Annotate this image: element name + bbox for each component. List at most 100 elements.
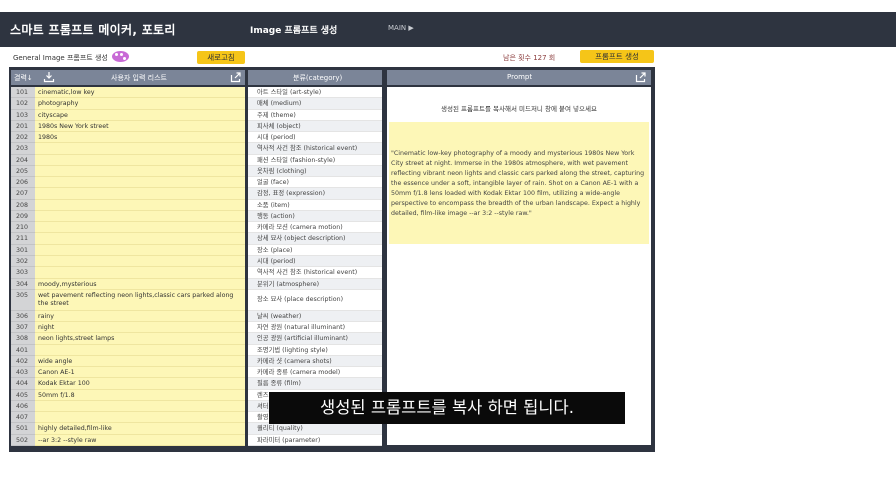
- row-number: 402: [11, 355, 35, 368]
- row-number: 103: [11, 109, 35, 121]
- input-cell[interactable]: rainy: [35, 310, 245, 323]
- input-cell[interactable]: [35, 344, 245, 356]
- category-cell: 패션 스타일 (fashion-style): [248, 154, 382, 166]
- input-cell[interactable]: neon lights,street lamps: [35, 333, 245, 345]
- input-row: 209: [11, 210, 245, 223]
- category-column-header: 분류(category): [293, 74, 343, 82]
- input-row: 307 night: [11, 322, 245, 334]
- input-cell[interactable]: [35, 267, 245, 279]
- row-number: 205: [11, 165, 35, 178]
- row-number: 202: [11, 132, 35, 144]
- input-cell[interactable]: [35, 222, 245, 234]
- input-row: 201 1980s New York street: [11, 120, 245, 133]
- input-cell[interactable]: [35, 400, 245, 413]
- input-cell[interactable]: [35, 210, 245, 223]
- input-cell[interactable]: [35, 233, 245, 245]
- input-row: 208: [11, 199, 245, 211]
- input-cell[interactable]: cityscape: [35, 109, 245, 121]
- input-cell[interactable]: [35, 188, 245, 200]
- row-number: 303: [11, 267, 35, 279]
- row-number: 501: [11, 423, 35, 435]
- input-cell[interactable]: Kodak Ektar 100: [35, 378, 245, 390]
- share-prompt-icon[interactable]: [635, 71, 647, 83]
- input-cell[interactable]: [35, 412, 245, 424]
- input-cell[interactable]: moody,mysterious: [35, 278, 245, 290]
- video-subtitle: 생성된 프롬프트를 복사 하면 됩니다.: [269, 392, 625, 424]
- main-nav-link[interactable]: MAIN ▶: [388, 24, 414, 32]
- category-cell: 자연 광원 (natural illuminant): [248, 322, 382, 334]
- input-row: 302: [11, 255, 245, 268]
- row-number: 304: [11, 278, 35, 290]
- row-number: 302: [11, 255, 35, 268]
- category-cell: 옷차림 (clothing): [248, 165, 382, 178]
- input-row: 305 wet pavement reflecting neon lights,c…: [11, 289, 245, 311]
- category-cell: 역사적 사건 참조 (historical event): [248, 143, 382, 155]
- order-column-header[interactable]: 결력↓: [14, 73, 33, 83]
- row-number: 101: [11, 87, 35, 99]
- row-number: 308: [11, 333, 35, 345]
- input-cell[interactable]: [35, 244, 245, 256]
- input-row: 501 highly detailed,film-like: [11, 423, 245, 435]
- input-row: 407: [11, 412, 245, 424]
- category-header: 분류(category): [248, 70, 382, 85]
- category-cell: 주제 (theme): [248, 109, 382, 121]
- share-icon[interactable]: [230, 71, 242, 83]
- input-cell[interactable]: [35, 255, 245, 268]
- input-row: 211: [11, 233, 245, 245]
- remaining-count: 남은 횟수 127 회: [503, 54, 556, 62]
- reset-button[interactable]: 새로고침: [197, 51, 245, 64]
- category-cell: 행동 (action): [248, 210, 382, 223]
- row-number: 201: [11, 120, 35, 133]
- input-cell[interactable]: [35, 177, 245, 189]
- category-cell: 시대 (period): [248, 255, 382, 268]
- input-cell[interactable]: 1980s: [35, 132, 245, 144]
- category-cell: 분위기 (atmosphere): [248, 278, 382, 290]
- input-cell[interactable]: Canon AE-1: [35, 367, 245, 379]
- input-row: 202 1980s: [11, 132, 245, 144]
- row-number: 305: [11, 289, 35, 311]
- input-row: 308 neon lights,street lamps: [11, 333, 245, 345]
- input-cell[interactable]: [35, 143, 245, 155]
- row-number: 306: [11, 310, 35, 323]
- row-number: 208: [11, 199, 35, 211]
- input-cell[interactable]: wet pavement reflecting neon lights,clas…: [35, 289, 245, 311]
- input-row: 206: [11, 177, 245, 189]
- category-cell: 매체 (medium): [248, 98, 382, 110]
- top-bar: 스마트 프롬프트 메이커, 포토리 Image 프롬프트 생성 MAIN ▶: [0, 12, 896, 47]
- input-cell[interactable]: cinematic,low key: [35, 87, 245, 99]
- input-cell[interactable]: highly detailed,film-like: [35, 423, 245, 435]
- input-cell[interactable]: 1980s New York street: [35, 120, 245, 133]
- input-cell[interactable]: night: [35, 322, 245, 334]
- input-row: 207: [11, 188, 245, 200]
- generated-prompt-text[interactable]: "Cinematic low-key photography of a mood…: [389, 122, 649, 244]
- input-row: 103 cityscape: [11, 109, 245, 121]
- row-number: 211: [11, 233, 35, 245]
- row-number: 406: [11, 400, 35, 413]
- input-row: 210: [11, 222, 245, 234]
- input-row: 401: [11, 344, 245, 356]
- category-cell: 역사적 사건 참조 (historical event): [248, 267, 382, 279]
- row-number: 203: [11, 143, 35, 155]
- row-number: 204: [11, 154, 35, 166]
- input-cell[interactable]: 50mm f/1.8: [35, 389, 245, 401]
- category-cell: 장소 묘사 (place description): [248, 289, 382, 311]
- input-cell[interactable]: [35, 199, 245, 211]
- row-number: 209: [11, 210, 35, 223]
- category-cell: 상세 묘사 (object description): [248, 233, 382, 245]
- input-cell[interactable]: [35, 154, 245, 166]
- input-cell[interactable]: wide angle: [35, 355, 245, 368]
- generate-prompt-button[interactable]: 프롬프트 생성: [580, 50, 654, 63]
- download-icon[interactable]: [43, 71, 55, 83]
- category-cell: 조명기법 (lighting style): [248, 344, 382, 356]
- input-cell[interactable]: --ar 3:2 --style raw: [35, 434, 245, 446]
- input-row: 304 moody,mysterious: [11, 278, 245, 290]
- input-cell[interactable]: photography: [35, 98, 245, 110]
- input-cell[interactable]: [35, 165, 245, 178]
- input-column-header: 사용자 입력 리스트: [111, 74, 167, 82]
- row-number: 404: [11, 378, 35, 390]
- input-row: 306 rainy: [11, 310, 245, 323]
- input-row: 102 photography: [11, 98, 245, 110]
- category-cell: 퀄리티 (quality): [248, 423, 382, 435]
- toolbar: General Image 프롬프트 생성 새로고침 남은 횟수 127 회 프…: [0, 47, 896, 67]
- row-number: 210: [11, 222, 35, 234]
